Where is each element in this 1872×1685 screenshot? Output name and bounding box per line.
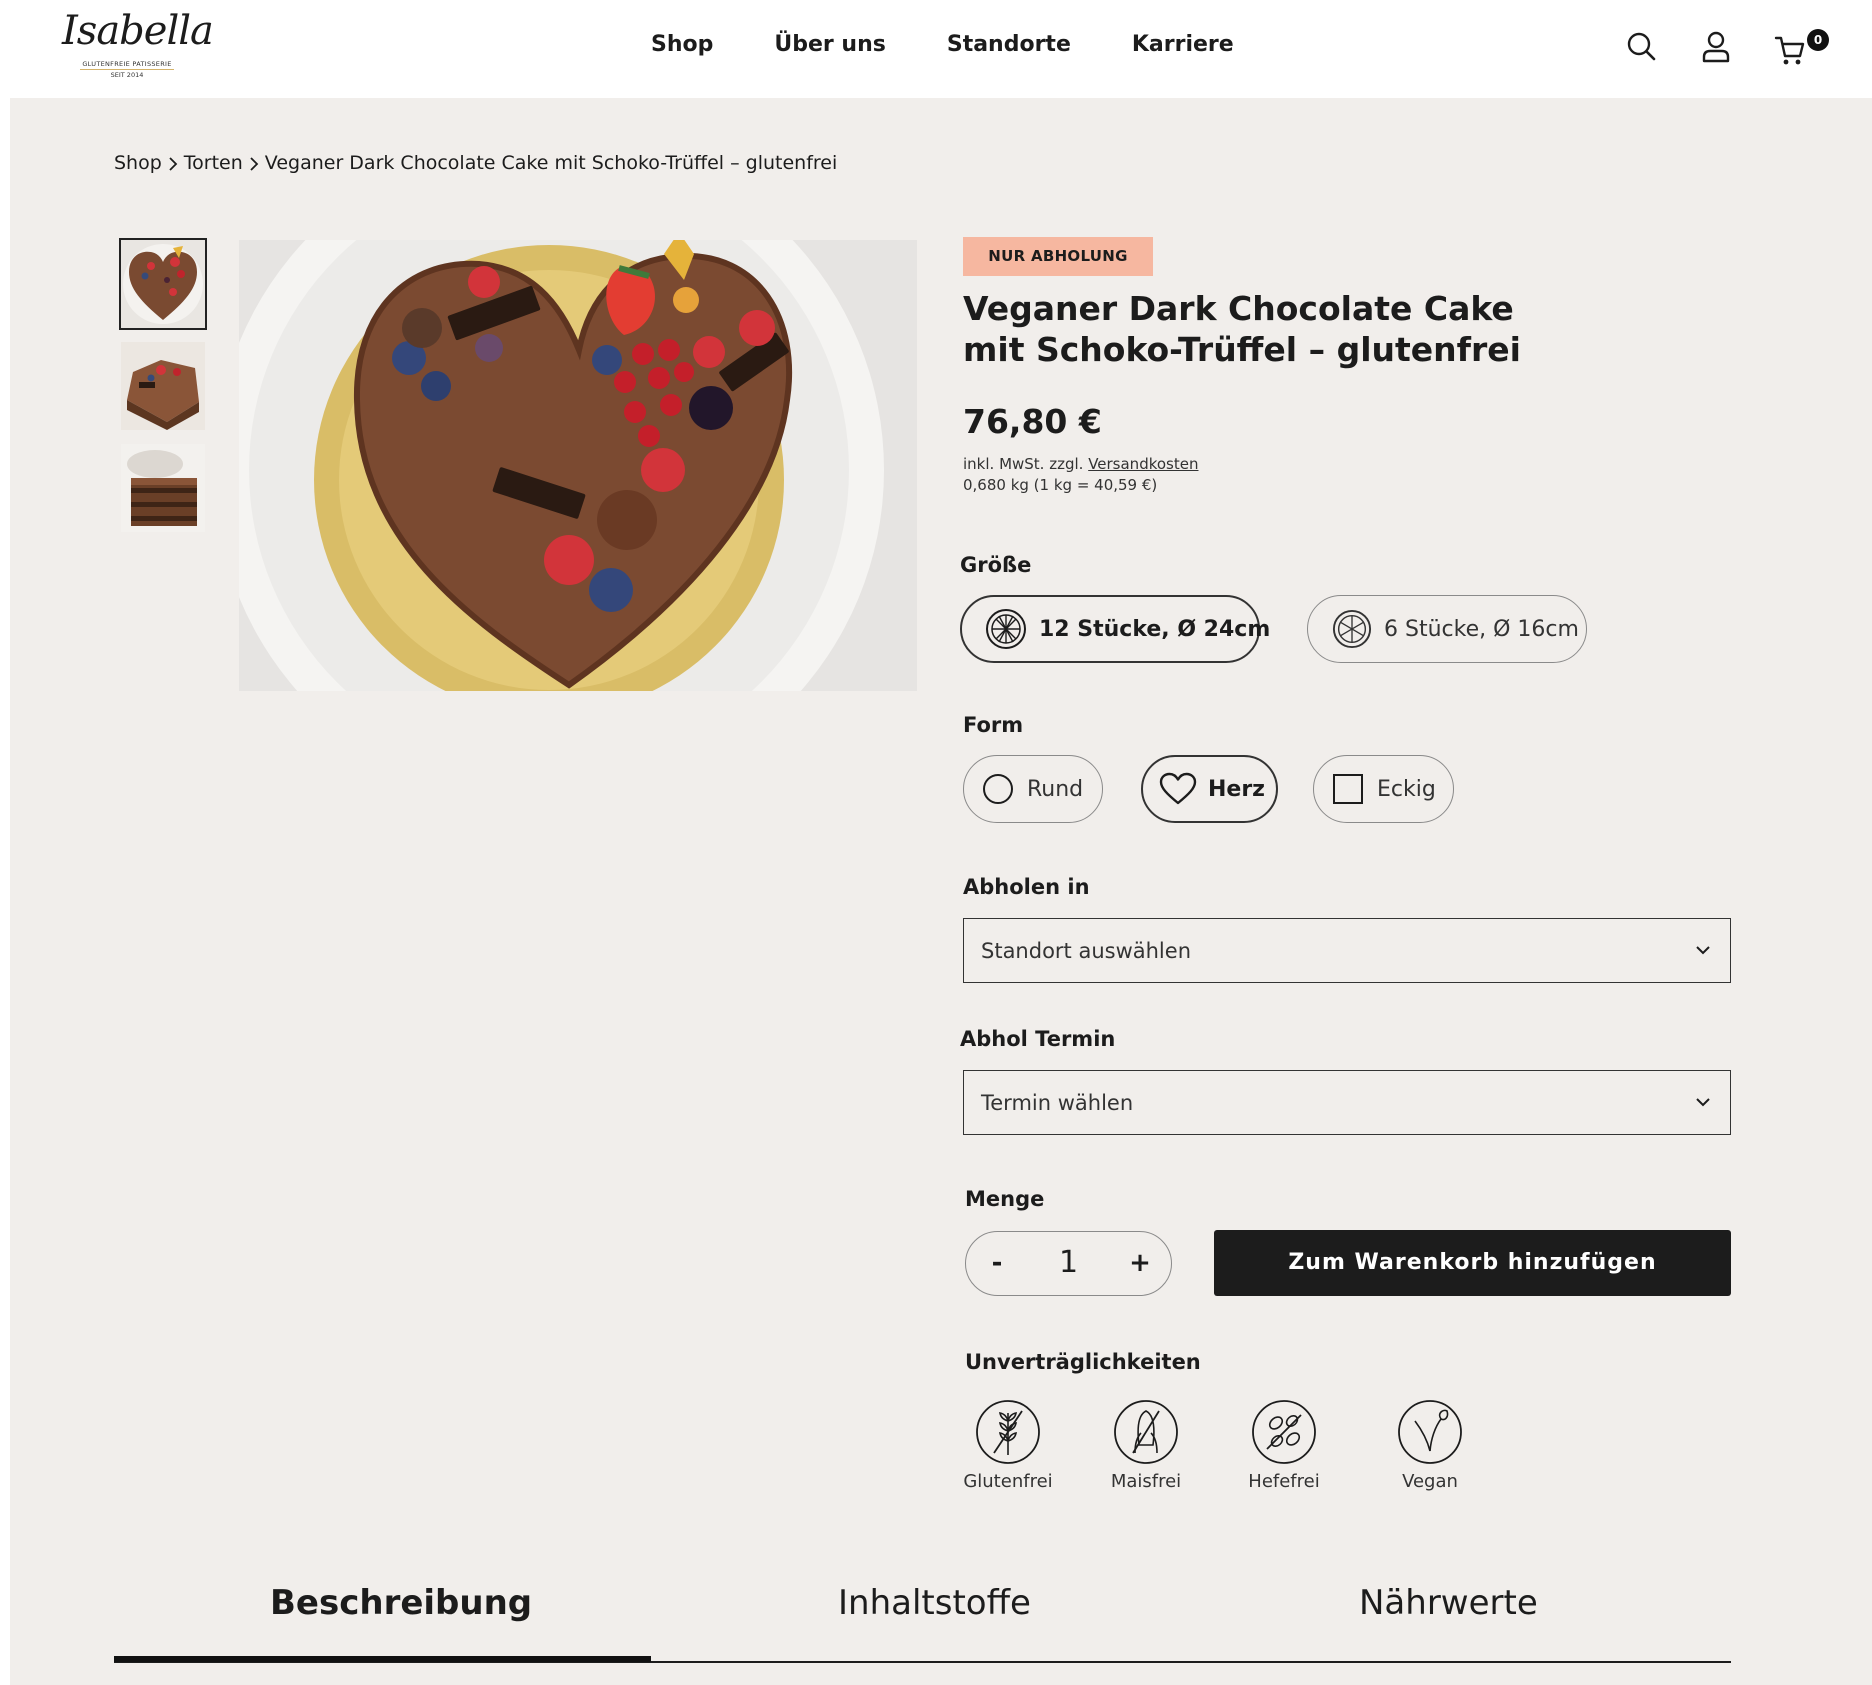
breadcrumb-current: Veganer Dark Chocolate Cake mit Schoko-T…: [264, 152, 838, 174]
quantity-decrease-button[interactable]: -: [972, 1232, 1022, 1294]
pickup-date-select[interactable]: Termin wählen: [963, 1070, 1731, 1135]
breadcrumb-shop[interactable]: Shop: [114, 152, 162, 174]
thumbnail-3[interactable]: [121, 444, 205, 532]
active-tab-indicator: [114, 1656, 651, 1662]
form-option-herz[interactable]: Herz: [1141, 755, 1278, 823]
size-option-6[interactable]: 6 Stücke, Ø 16cm: [1307, 595, 1587, 663]
pickup-date-value: Termin wählen: [981, 1090, 1134, 1115]
allergen-label: Glutenfrei: [963, 1471, 1053, 1492]
logo-script: Isabella: [62, 8, 214, 54]
pickup-date-label: Abhol Termin: [960, 1027, 1116, 1051]
wheat-crossed-icon: [976, 1400, 1040, 1464]
tab-beschreibung[interactable]: Beschreibung: [270, 1583, 532, 1623]
quantity-stepper: - 1 +: [965, 1231, 1172, 1296]
shipping-costs-link[interactable]: Versandkosten: [1088, 455, 1198, 473]
product-main-image[interactable]: [239, 240, 917, 691]
allergens-label: Unverträglichkeiten: [965, 1350, 1201, 1374]
allergen-label: Hefefrei: [1248, 1471, 1320, 1492]
tab-naehrwerte[interactable]: Nährwerte: [1359, 1583, 1538, 1623]
size-option-label: 6 Stücke, Ø 16cm: [1384, 616, 1579, 642]
user-icon[interactable]: [1700, 30, 1732, 64]
size-label: Größe: [960, 553, 1032, 577]
product-title: Veganer Dark Chocolate Cake mit Schoko-T…: [963, 289, 1521, 369]
circle-icon: [983, 774, 1013, 804]
tax-note: inkl. MwSt. zzgl. Versandkosten: [963, 455, 1198, 473]
thumbnail-2[interactable]: [121, 342, 205, 430]
logo-since: SEIT 2014: [110, 71, 144, 79]
corn-crossed-icon: [1114, 1400, 1178, 1464]
main-nav: Shop Über uns Standorte Karriere: [651, 32, 1295, 62]
pickup-location-select[interactable]: Standort auswählen: [963, 918, 1731, 983]
allergen-label: Vegan: [1402, 1471, 1458, 1492]
allergen-glutenfrei: Glutenfrei: [953, 1399, 1063, 1492]
allergen-hefefrei: Hefefrei: [1229, 1399, 1339, 1492]
form-option-label: Herz: [1208, 776, 1265, 802]
cake-6-icon: [1332, 609, 1372, 649]
pickup-location-value: Standort auswählen: [981, 938, 1191, 963]
tax-note-text: inkl. MwSt. zzgl.: [963, 455, 1089, 473]
site-header: Isabella GLUTENFREIE PATISSERIE SEIT 201…: [10, 0, 1872, 98]
quantity-input[interactable]: 1: [1026, 1232, 1111, 1294]
yeast-crossed-icon: [1252, 1400, 1316, 1464]
nav-karriere[interactable]: Karriere: [1132, 32, 1234, 62]
product-price: 76,80 €: [963, 402, 1102, 441]
pickup-location-label: Abholen in: [963, 875, 1090, 899]
form-option-eckig[interactable]: Eckig: [1313, 755, 1454, 823]
cake-12-icon: [986, 609, 1026, 649]
heart-icon: [1159, 772, 1197, 805]
square-icon: [1333, 774, 1363, 804]
logo[interactable]: Isabella GLUTENFREIE PATISSERIE SEIT 201…: [62, 8, 214, 84]
thumbnail-1[interactable]: [119, 238, 207, 330]
tab-inhaltstoffe[interactable]: Inhaltstoffe: [838, 1583, 1031, 1623]
size-option-12[interactable]: 12 Stücke, Ø 24cm: [960, 595, 1270, 663]
pickup-only-badge: NUR ABHOLUNG: [963, 237, 1153, 276]
cart-count-badge: 0: [1807, 29, 1829, 51]
breadcrumb-torten[interactable]: Torten: [184, 152, 243, 174]
form-option-label: Eckig: [1377, 776, 1436, 802]
logo-divider: [80, 69, 174, 70]
size-option-label: 12 Stücke, Ø 24cm: [1039, 616, 1271, 642]
unit-price: 0,680 kg (1 kg = 40,59 €): [963, 476, 1158, 494]
quantity-increase-button[interactable]: +: [1115, 1232, 1165, 1294]
allergen-label: Maisfrei: [1110, 1471, 1182, 1492]
chevron-right-icon: [162, 152, 184, 174]
quantity-label: Menge: [965, 1187, 1045, 1211]
breadcrumb: Shop Torten Veganer Dark Chocolate Cake …: [114, 150, 837, 176]
search-icon[interactable]: [1626, 30, 1658, 64]
leaf-icon: [1398, 1400, 1462, 1464]
allergen-vegan: Vegan: [1375, 1399, 1485, 1492]
nav-standorte[interactable]: Standorte: [947, 32, 1071, 62]
form-option-label: Rund: [1027, 776, 1084, 802]
allergen-maisfrei: Maisfrei: [1091, 1399, 1201, 1492]
chevron-right-icon: [243, 152, 265, 174]
form-option-rund[interactable]: Rund: [963, 755, 1103, 823]
nav-ueber-uns[interactable]: Über uns: [774, 32, 885, 62]
logo-tagline: GLUTENFREIE PATISSERIE: [82, 60, 172, 68]
nav-shop[interactable]: Shop: [651, 32, 713, 62]
cart-icon[interactable]: [1774, 34, 1806, 68]
chevron-down-icon: [1696, 1098, 1710, 1107]
add-to-cart-button[interactable]: Zum Warenkorb hinzufügen: [1214, 1230, 1731, 1296]
chevron-down-icon: [1696, 946, 1710, 955]
form-label: Form: [963, 713, 1024, 737]
